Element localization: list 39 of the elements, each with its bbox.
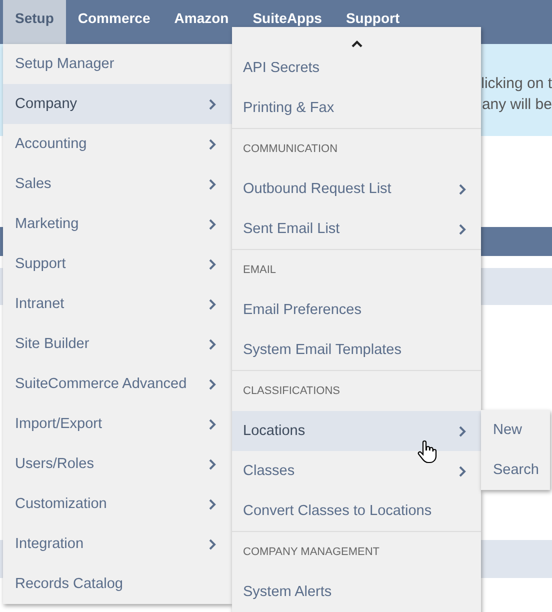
menu-item[interactable]: Outbound Request List [232,169,481,209]
section-heading: COMPANY MANAGEMENT [243,546,380,558]
menu-item[interactable]: Locations [232,411,481,451]
menu-item[interactable]: System Alerts [232,572,481,612]
menu-item[interactable]: Email Preferences [232,290,481,330]
menu-item[interactable]: Search [481,450,550,490]
menu-item[interactable]: Intranet [3,284,232,324]
menu-item[interactable]: Convert Classes to Locations [232,491,481,531]
notice-text: licking on t [481,75,552,92]
menu-item[interactable]: Records Catalog [3,564,232,604]
menu-item[interactable]: Site Builder [3,324,232,364]
menu-item[interactable]: New [481,410,550,450]
menu-item[interactable]: Customization [3,484,232,524]
menu-item[interactable]: Sent Email List [232,209,481,249]
menu-item[interactable]: Marketing [3,204,232,244]
section-heading: EMAIL [243,264,276,276]
menu-item[interactable]: Integration [3,524,232,564]
notice-text: any will be [482,96,552,113]
menu-item[interactable]: Setup Manager [3,44,232,84]
menu-item[interactable]: Accounting [3,124,232,164]
nav-tab[interactable]: Setup [3,0,66,44]
menu-item[interactable]: SuiteCommerce Advanced [3,364,232,404]
menu-item[interactable]: API Secrets [232,62,481,88]
section-heading: COMMUNICATION [243,143,338,155]
menu-item[interactable]: Import/Export [3,404,232,444]
hand-cursor-icon [417,440,437,464]
menu-item[interactable]: Sales [3,164,232,204]
menu-item[interactable]: Printing & Fax [232,88,481,128]
nav-tab[interactable]: Commerce [66,0,162,44]
nav-tab[interactable]: Support [334,0,412,44]
menu-item[interactable]: System Email Templates [232,330,481,370]
scroll-up-icon[interactable] [350,40,362,48]
menu-item[interactable]: Users/Roles [3,444,232,484]
section-heading: CLASSIFICATIONS [243,385,340,397]
menu-item[interactable]: Company [3,84,232,124]
menu-item[interactable]: Classes [232,451,481,491]
nav-tab[interactable]: Amazon [162,0,241,44]
nav-tab[interactable]: SuiteApps [240,0,334,44]
menu-item[interactable]: Support [3,244,232,284]
